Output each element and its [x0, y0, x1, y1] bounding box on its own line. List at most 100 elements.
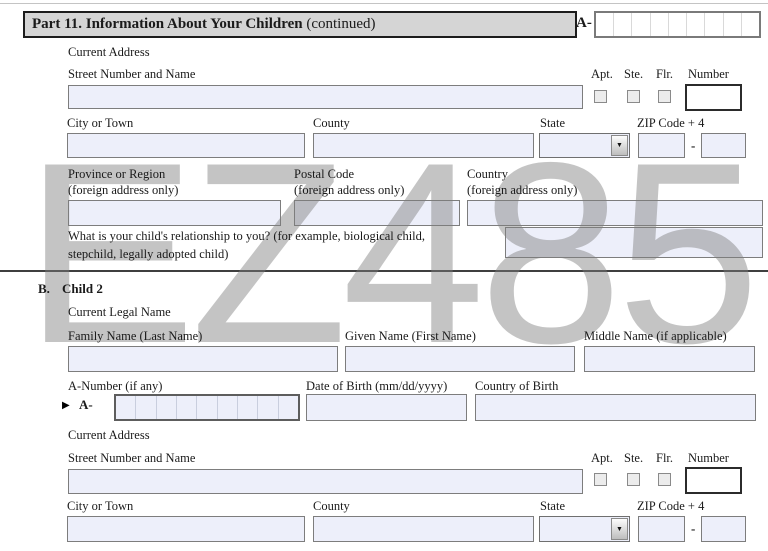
county-input-2[interactable]: [313, 516, 534, 542]
street-input-2[interactable]: [68, 469, 583, 494]
dob-input[interactable]: [306, 394, 467, 421]
a-number-label: A-Number (if any): [68, 379, 163, 393]
given-name-input[interactable]: [345, 346, 575, 372]
county-label-2: County: [313, 499, 350, 513]
unit-number-input-1[interactable]: [685, 84, 742, 111]
state-select-button-1[interactable]: ▼: [611, 135, 628, 156]
flr-label-2: Flr.: [656, 451, 674, 465]
city-input-2[interactable]: [67, 516, 305, 542]
postal-note: (foreign address only): [294, 183, 405, 197]
zip-label-2: ZIP Code + 4: [637, 499, 705, 513]
dropdown-arrow-icon: ▼: [616, 141, 623, 149]
foreign-country-note: (foreign address only): [467, 183, 578, 197]
a-number-cell: [596, 13, 615, 36]
county-label-1: County: [313, 116, 350, 130]
given-name-label: Given Name (First Name): [345, 329, 476, 343]
city-label-2: City or Town: [67, 499, 134, 513]
country-of-birth-label: Country of Birth: [475, 379, 559, 393]
middle-name-input[interactable]: [584, 346, 755, 372]
postal-label: Postal Code: [294, 167, 355, 181]
child2-a-number-input[interactable]: [114, 394, 300, 421]
part-11-header: Part 11. Information About Your Children…: [23, 11, 577, 38]
header-a-number-prefix: A-: [576, 15, 592, 31]
a-number-cell: [136, 396, 157, 419]
a-number-cell: [687, 13, 706, 36]
foreign-country-label: Country: [467, 167, 508, 181]
street-label-1: Street Number and Name: [68, 67, 196, 81]
state-select-1[interactable]: ▼: [539, 133, 630, 158]
family-name-label: Family Name (Last Name): [68, 329, 203, 343]
street-input-1[interactable]: [68, 85, 583, 109]
a-number-cell: [157, 396, 177, 419]
city-label-1: City or Town: [67, 116, 134, 130]
country-of-birth-input[interactable]: [475, 394, 756, 421]
middle-name-label: Middle Name (if applicable): [584, 329, 727, 343]
county-input-1[interactable]: [313, 133, 534, 158]
relationship-question-line2: stepchild, legally adopted child): [68, 247, 229, 261]
province-label: Province or Region: [68, 167, 166, 181]
province-input[interactable]: [68, 200, 281, 226]
legal-name-label: Current Legal Name: [68, 305, 171, 319]
province-note: (foreign address only): [68, 183, 179, 197]
zip-label-1: ZIP Code + 4: [637, 116, 705, 130]
current-address-label-2: Current Address: [68, 428, 150, 442]
family-name-input[interactable]: [68, 346, 338, 372]
a-number-cell: [632, 13, 651, 36]
zip-plus4-input-2[interactable]: [701, 516, 746, 542]
apt-label-1: Apt.: [591, 67, 613, 81]
a-number-cell: [669, 13, 688, 36]
flr-checkbox-1[interactable]: [658, 90, 671, 103]
foreign-country-input[interactable]: [467, 200, 763, 226]
ste-checkbox-1[interactable]: [627, 90, 640, 103]
apt-checkbox-1[interactable]: [594, 90, 607, 103]
unit-number-label-1: Number: [688, 67, 729, 81]
flr-label-1: Flr.: [656, 67, 674, 81]
a-number-cell: [614, 13, 633, 36]
part-11-title: Part 11. Information About Your Children: [32, 16, 303, 32]
a-number-cell: [651, 13, 669, 36]
city-input-1[interactable]: [67, 133, 305, 158]
zip-input-1[interactable]: [638, 133, 685, 158]
top-divider: [0, 3, 768, 4]
header-a-number-input[interactable]: [594, 11, 761, 38]
a-number-cell: [724, 13, 742, 36]
a-number-cell: [177, 396, 198, 419]
dropdown-arrow-icon: ▼: [616, 524, 623, 533]
a-number-cell: [197, 396, 218, 419]
relationship-input[interactable]: [505, 227, 763, 258]
apt-label-2: Apt.: [591, 451, 613, 465]
flr-checkbox-2[interactable]: [658, 473, 671, 486]
child-2-heading: Child 2: [62, 281, 103, 296]
postal-code-input[interactable]: [294, 200, 460, 226]
child2-a-number-prefix: A-: [79, 397, 93, 412]
relationship-question-line1: What is your child's relationship to you…: [68, 229, 426, 243]
ste-label-2: Ste.: [624, 451, 644, 465]
a-number-cell: [116, 396, 137, 419]
a-number-cell: [742, 13, 759, 36]
unit-number-input-2[interactable]: [685, 467, 742, 494]
part-11-continued: (continued): [302, 16, 376, 32]
dob-label: Date of Birth (mm/dd/yyyy): [306, 379, 448, 393]
section-divider: [0, 270, 768, 272]
zip-dash-2: -: [691, 521, 696, 536]
state-label-2: State: [540, 499, 565, 513]
zip-dash-1: -: [691, 138, 696, 153]
a-number-cell: [279, 396, 298, 419]
ste-label-1: Ste.: [624, 67, 644, 81]
item-letter-b: B.: [38, 281, 50, 296]
state-select-2[interactable]: ▼: [539, 516, 630, 542]
arrow-icon: ▶: [62, 400, 70, 411]
a-number-cell: [218, 396, 238, 419]
zip-input-2[interactable]: [638, 516, 685, 542]
ste-checkbox-2[interactable]: [627, 473, 640, 486]
state-select-button-2[interactable]: ▼: [611, 518, 628, 540]
current-address-label-1: Current Address: [68, 45, 150, 59]
apt-checkbox-2[interactable]: [594, 473, 607, 486]
a-number-cell: [258, 396, 279, 419]
form-page: Part 11. Information About Your Children…: [0, 0, 768, 551]
street-label-2: Street Number and Name: [68, 451, 196, 465]
unit-number-label-2: Number: [688, 451, 729, 465]
a-number-cell: [238, 396, 259, 419]
zip-plus4-input-1[interactable]: [701, 133, 746, 158]
a-number-cell: [705, 13, 724, 36]
